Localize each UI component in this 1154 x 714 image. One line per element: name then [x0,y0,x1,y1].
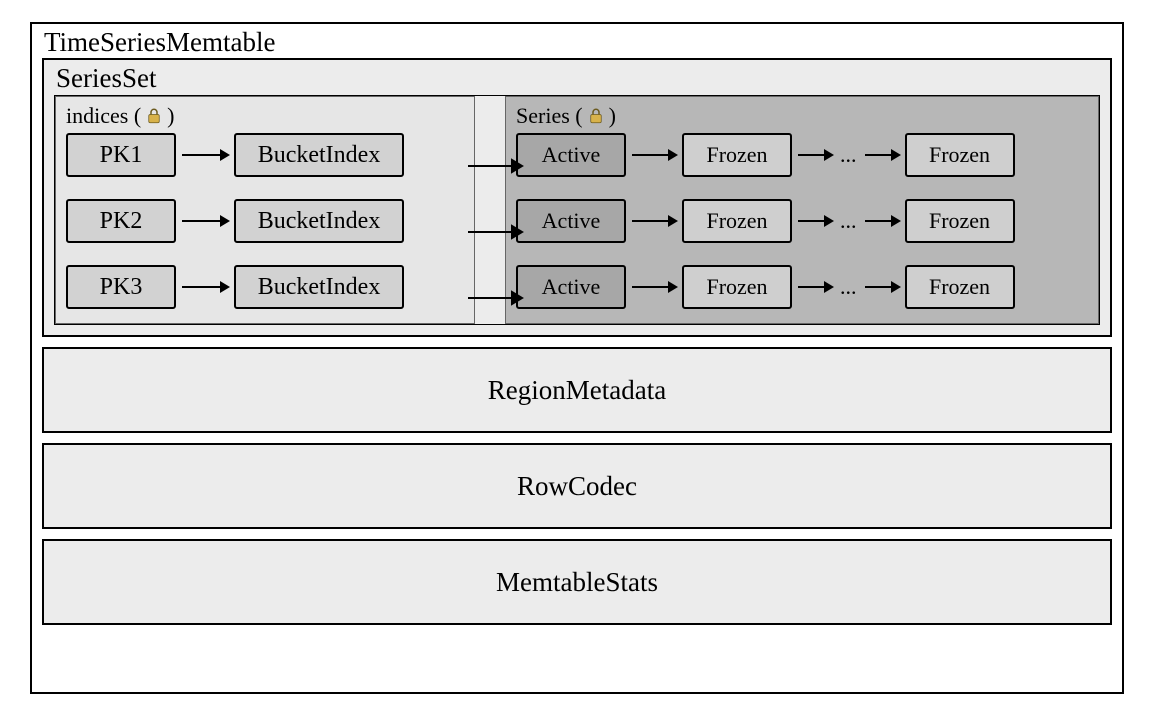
indices-title-prefix: indices ( [66,103,141,129]
series-title-prefix: Series ( [516,103,583,129]
indices-row: PK3 BucketIndex [66,265,464,309]
arrow-icon [176,277,234,297]
active-box: Active [516,199,626,243]
indices-row: PK1 BucketIndex [66,133,464,177]
pk-box: PK2 [66,199,176,243]
lock-icon [587,107,605,125]
indices-rows: PK1 BucketIndex PK2 Bucke [66,133,464,309]
arrow-icon [626,211,682,231]
indices-title-suffix: ) [167,103,174,129]
diagram-canvas: TimeSeriesMemtable SeriesSet indices ( [0,0,1154,714]
row-codec-block: RowCodec [42,443,1112,529]
ellipsis: ... [838,208,859,234]
series-set-title: SeriesSet [54,60,1100,94]
frozen-box: Frozen [682,265,792,309]
pk-box: PK3 [66,265,176,309]
arrow-icon [859,277,905,297]
indices-panel-title: indices ( ) [66,103,464,129]
frozen-box: Frozen [905,133,1015,177]
series-rows: Active Frozen ... [516,133,1088,309]
active-box: Active [516,265,626,309]
series-set-body: indices ( ) PK1 [54,95,1100,325]
series-set-container: SeriesSet indices ( ) [42,58,1112,337]
frozen-box: Frozen [905,199,1015,243]
arrow-icon [626,145,682,165]
frozen-box: Frozen [682,133,792,177]
ellipsis: ... [838,142,859,168]
series-title-suffix: ) [609,103,616,129]
series-panel: Series ( ) Active [505,96,1099,324]
ellipsis: ... [838,274,859,300]
arrow-icon [792,211,838,231]
arrow-icon [792,277,838,297]
arrow-icon [176,145,234,165]
indices-row: PK2 BucketIndex [66,199,464,243]
bucket-index-box: BucketIndex [234,265,404,309]
indices-panel: indices ( ) PK1 [55,96,475,324]
region-metadata-block: RegionMetadata [42,347,1112,433]
bucket-index-box: BucketIndex [234,133,404,177]
frozen-box: Frozen [682,199,792,243]
series-row: Active Frozen ... [516,199,1088,243]
bucket-index-box: BucketIndex [234,199,404,243]
series-panel-title: Series ( ) [516,103,1088,129]
arrow-icon [859,211,905,231]
arrow-icon [859,145,905,165]
series-row: Active Frozen ... [516,133,1088,177]
series-row: Active Frozen ... [516,265,1088,309]
arrow-icon [176,211,234,231]
container-title: TimeSeriesMemtable [42,24,1112,58]
arrow-icon [626,277,682,297]
lock-icon [145,107,163,125]
memtable-stats-block: MemtableStats [42,539,1112,625]
active-box: Active [516,133,626,177]
arrow-icon [792,145,838,165]
frozen-box: Frozen [905,265,1015,309]
timeseries-memtable-container: TimeSeriesMemtable SeriesSet indices ( [30,22,1124,694]
pk-box: PK1 [66,133,176,177]
